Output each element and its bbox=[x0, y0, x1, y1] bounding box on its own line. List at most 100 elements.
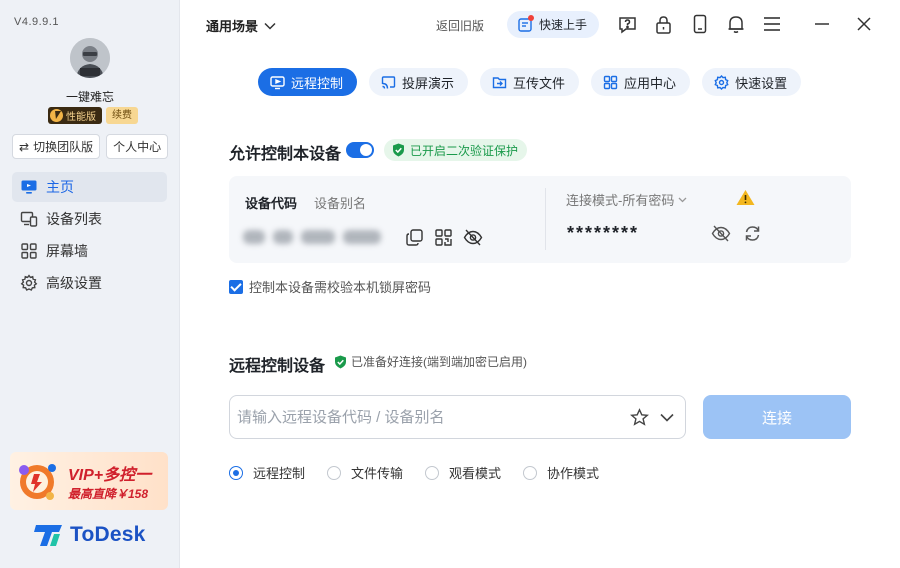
blurred-segment bbox=[301, 230, 335, 244]
header-icons bbox=[618, 13, 781, 35]
edition-label: 性能版 bbox=[66, 112, 96, 123]
tab-label: 应用中心 bbox=[624, 75, 677, 91]
remote-control-title: 远程控制设备 bbox=[229, 358, 326, 375]
remote-device-input-box bbox=[229, 395, 686, 439]
qrcode-icon[interactable] bbox=[434, 228, 453, 250]
personal-center-button[interactable]: 个人中心 bbox=[106, 134, 169, 159]
tab-label: 远程控制 bbox=[291, 75, 344, 91]
connection-mode-options: 远程控制 文件传输 观看模式 协作模式 bbox=[229, 463, 621, 482]
edition-badge[interactable]: 性能版 bbox=[48, 107, 102, 124]
chevron-down-icon bbox=[678, 197, 687, 202]
membership-badges: 性能版 续费 bbox=[48, 107, 138, 124]
profile-actions: ⇄ 切换团队版 个人中心 bbox=[12, 134, 169, 159]
radio-circle[interactable] bbox=[523, 465, 538, 480]
allow-control-toggle[interactable] bbox=[346, 142, 374, 158]
remote-icon bbox=[270, 75, 285, 89]
close-icon[interactable] bbox=[856, 14, 872, 37]
mode-label: 远程控制 bbox=[253, 466, 306, 481]
switch-team-button[interactable]: ⇄ 切换团队版 bbox=[12, 134, 101, 159]
brand-name: ToDesk bbox=[70, 523, 146, 546]
lock-screen-verify-option[interactable]: 控制本设备需校验本机锁屏密码 bbox=[229, 277, 431, 296]
app-version: V4.9.9.1 bbox=[14, 16, 59, 28]
mode-collaboration[interactable]: 协作模式 bbox=[523, 463, 599, 482]
quickstart-button[interactable]: 快速上手 bbox=[507, 11, 600, 38]
tab-file-transfer[interactable]: 互传文件 bbox=[480, 68, 580, 96]
sidebar-nav: 主页 设备列表 屏幕墙 高级设置 bbox=[12, 172, 167, 300]
mode-label: 观看模式 bbox=[449, 466, 502, 481]
device-code-actions bbox=[405, 228, 483, 250]
tab-label: 快速设置 bbox=[735, 75, 788, 91]
tab-quick-settings[interactable]: 快速设置 bbox=[702, 68, 802, 96]
menu-icon[interactable] bbox=[762, 13, 781, 35]
device-info-card: 设备代码 设备别名 连接模式-所有密码 ******** bbox=[229, 176, 851, 263]
sidebar-item-label: 设备列表 bbox=[46, 211, 102, 227]
chevron-down-icon[interactable] bbox=[659, 408, 675, 430]
tab-remote-control[interactable]: 远程控制 bbox=[258, 68, 358, 96]
mode-view-only[interactable]: 观看模式 bbox=[425, 463, 501, 482]
tab-screen-cast[interactable]: 投屏演示 bbox=[369, 68, 469, 96]
connection-ready-status: 已准备好连接(端到端加密已启用) bbox=[334, 353, 527, 370]
device-code-value-blurred bbox=[243, 226, 381, 248]
card-divider bbox=[545, 188, 546, 250]
shield-check-icon bbox=[335, 355, 346, 368]
blurred-segment bbox=[343, 230, 381, 244]
monitor-icon bbox=[21, 180, 37, 194]
refresh-password-icon[interactable] bbox=[743, 224, 762, 246]
device-alias-label[interactable]: 设备别名 bbox=[314, 193, 366, 212]
shield-check-icon bbox=[393, 143, 404, 157]
tab-app-center[interactable]: 应用中心 bbox=[591, 68, 691, 96]
copy-icon[interactable] bbox=[405, 228, 424, 250]
minimize-icon[interactable] bbox=[814, 14, 830, 37]
window-controls bbox=[814, 14, 872, 37]
lock-icon[interactable] bbox=[654, 13, 673, 35]
sidebar: V4.9.9.1 一键难忘 性能版 续费 ⇄ 切换团队版 个人中心 主页 设备列… bbox=[0, 0, 180, 568]
radio-circle[interactable] bbox=[425, 465, 440, 480]
quickstart-label: 快速上手 bbox=[539, 18, 588, 32]
connection-mode-label: 连接模式-所有密码 bbox=[566, 193, 675, 208]
back-to-old-version-link[interactable]: 返回旧版 bbox=[436, 17, 484, 34]
bolt-icon bbox=[50, 109, 63, 122]
phone-icon[interactable] bbox=[690, 13, 709, 35]
star-icon[interactable] bbox=[629, 408, 650, 430]
renew-badge[interactable]: 续费 bbox=[106, 107, 138, 124]
swap-icon: ⇄ bbox=[19, 139, 30, 154]
warning-icon[interactable] bbox=[736, 189, 755, 209]
apps-icon bbox=[603, 75, 618, 89]
radio-circle[interactable] bbox=[327, 465, 342, 480]
bell-icon[interactable] bbox=[726, 13, 745, 35]
sidebar-item-devices[interactable]: 设备列表 bbox=[12, 204, 167, 234]
remote-device-input[interactable] bbox=[237, 406, 617, 428]
username: 一键难忘 bbox=[65, 90, 114, 104]
avatar[interactable] bbox=[70, 38, 110, 78]
help-icon[interactable] bbox=[618, 13, 637, 35]
mode-file-transfer[interactable]: 文件传输 bbox=[327, 463, 403, 482]
sidebar-item-label: 主页 bbox=[46, 179, 74, 195]
device-code-label: 设备代码 bbox=[245, 196, 298, 211]
sidebar-item-label: 屏幕墙 bbox=[46, 243, 88, 259]
show-password-icon[interactable] bbox=[711, 224, 731, 246]
sidebar-item-advanced-settings[interactable]: 高级设置 bbox=[12, 268, 167, 298]
input-actions bbox=[629, 408, 675, 430]
gear-icon bbox=[20, 274, 38, 291]
scene-selector[interactable]: 通用场景 bbox=[206, 16, 276, 35]
connect-button[interactable]: 连接 bbox=[703, 395, 851, 439]
hide-eye-icon[interactable] bbox=[463, 228, 483, 250]
promo-subtitle: 最高直降￥158 bbox=[68, 487, 149, 501]
settings-icon bbox=[714, 74, 729, 90]
todesk-logo-icon bbox=[34, 525, 62, 546]
blurred-segment bbox=[243, 230, 265, 244]
verify-status-badge[interactable]: 已开启二次验证保护 bbox=[384, 139, 528, 161]
folder-icon bbox=[492, 76, 507, 88]
lock-screen-verify-label: 控制本设备需校验本机锁屏密码 bbox=[249, 280, 432, 295]
sidebar-item-screen-wall[interactable]: 屏幕墙 bbox=[12, 236, 167, 266]
sidebar-item-home[interactable]: 主页 bbox=[12, 172, 167, 202]
mode-remote-control[interactable]: 远程控制 bbox=[229, 463, 305, 482]
promo-title: VIP+多控一 bbox=[68, 467, 152, 484]
switch-team-label: 切换团队版 bbox=[33, 140, 94, 154]
vip-promo-banner[interactable]: VIP+多控一 最高直降￥158 bbox=[10, 452, 168, 510]
connection-mode-selector[interactable]: 连接模式-所有密码 bbox=[566, 190, 687, 209]
radio-circle[interactable] bbox=[229, 465, 243, 480]
lock-screen-verify-checkbox[interactable] bbox=[229, 279, 243, 294]
grid-icon bbox=[21, 243, 37, 259]
chevron-down-icon bbox=[264, 22, 276, 30]
